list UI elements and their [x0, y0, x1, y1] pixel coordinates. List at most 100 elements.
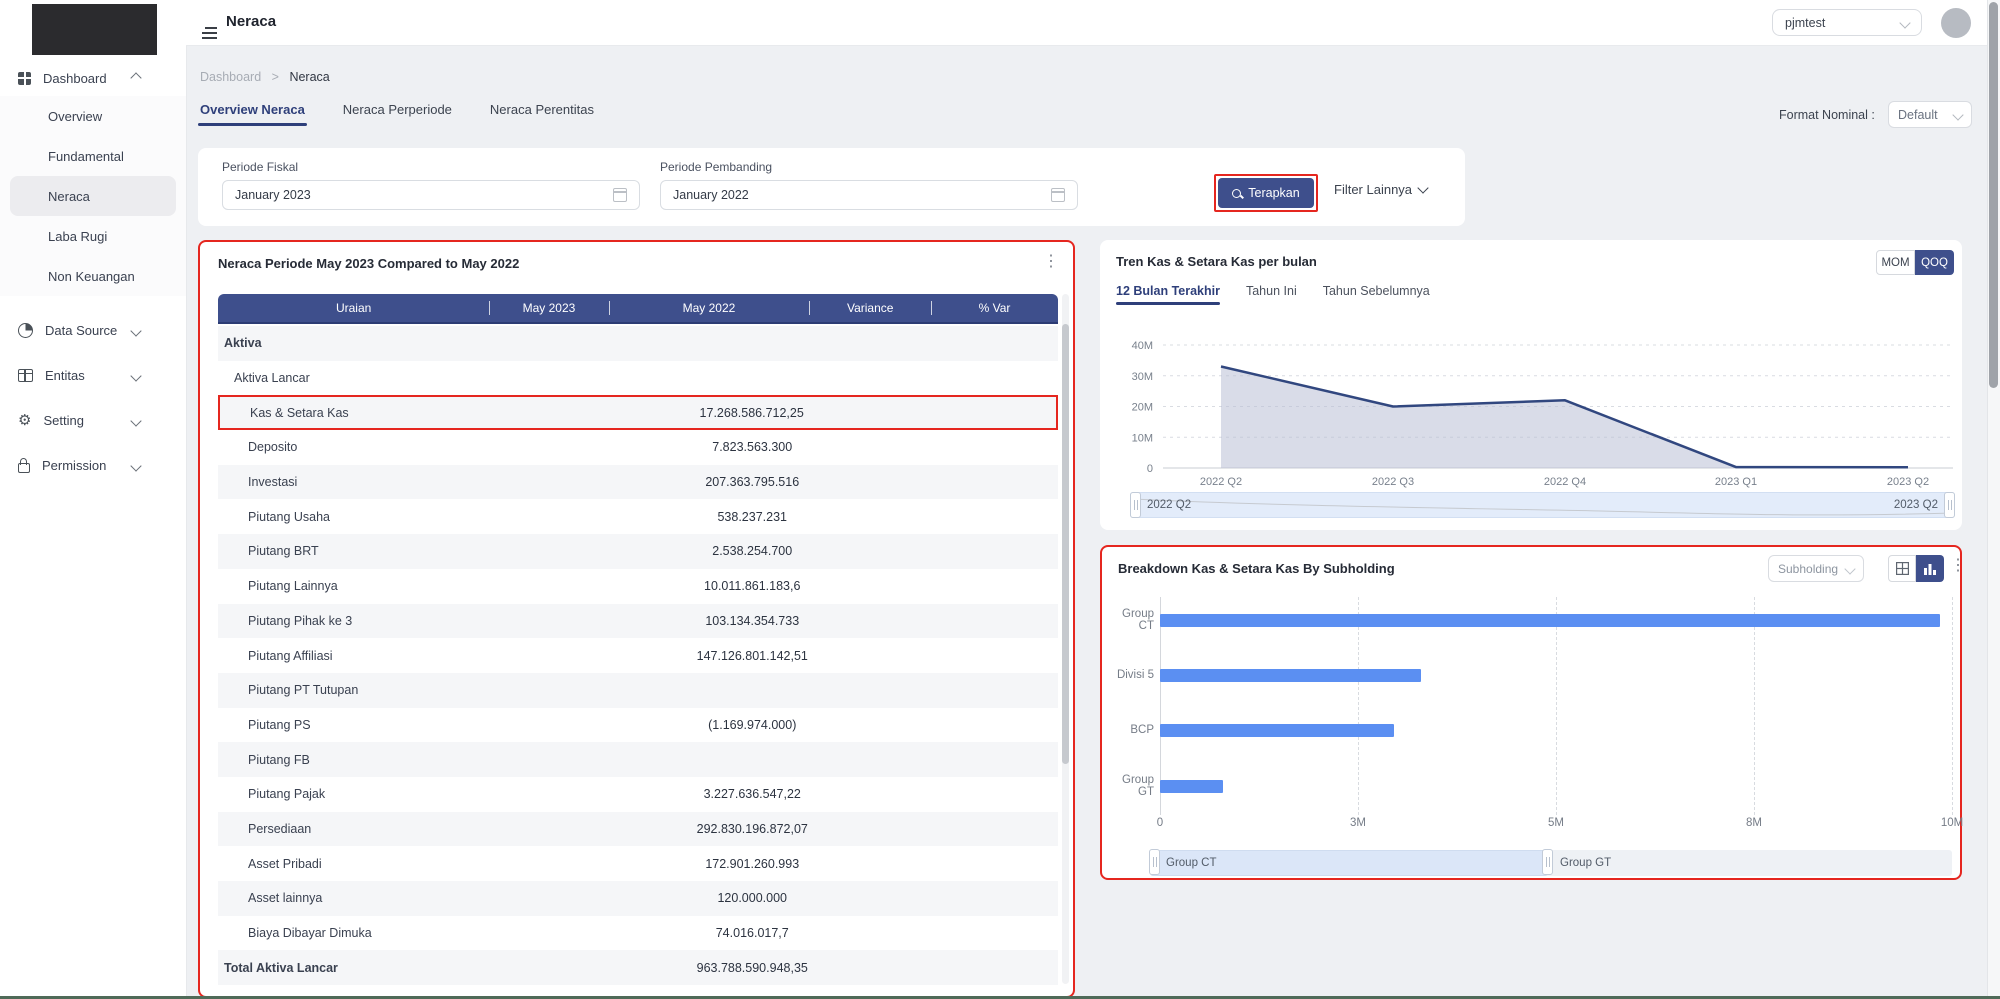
apply-button-highlight: Terapkan	[1214, 174, 1318, 212]
trend-tab-tahun-ini[interactable]: Tahun Ini	[1246, 284, 1297, 305]
table-row-kas-setara-kas[interactable]: Kas & Setara Kas17.268.586.712,25	[218, 395, 1058, 430]
row-label: Piutang Usaha	[248, 510, 330, 524]
slider-handle-mid[interactable]	[1542, 849, 1553, 875]
table-row-piutang-ps[interactable]: Piutang PS(1.169.974.000)	[218, 708, 1058, 743]
slider-preview-curve	[1131, 493, 1954, 517]
table-row-biaya-dibayar-dimuka[interactable]: Biaya Dibayar Dimuka74.016.017,7	[218, 916, 1058, 951]
lock-icon	[18, 463, 30, 473]
row-value: 963.788.590.948,35	[697, 961, 808, 975]
table-row-piutang-usaha[interactable]: Piutang Usaha538.237.231	[218, 499, 1058, 534]
grid-icon	[18, 72, 31, 85]
trend-range-slider[interactable]: 2022 Q2 2023 Q2	[1130, 492, 1955, 518]
sidebar-item-neraca[interactable]: Neraca	[10, 176, 176, 216]
table-row-investasi[interactable]: Investasi207.363.795.516	[218, 465, 1058, 500]
sidebar-item-entitas[interactable]: Entitas	[0, 353, 186, 398]
dimension-select[interactable]: Subholding	[1768, 555, 1864, 582]
neraca-table-card: Neraca Periode May 2023 Compared to May …	[198, 240, 1075, 998]
gridline	[1952, 597, 1953, 815]
y-tick-label: 0	[1147, 463, 1153, 475]
bar-group-gt[interactable]	[1160, 780, 1223, 793]
gear-icon: ⚙	[18, 414, 31, 427]
table-view-button[interactable]	[1888, 555, 1916, 582]
sidebar-item-label: Entitas	[45, 368, 85, 383]
tab-overview-neraca[interactable]: Overview Neraca	[200, 102, 305, 126]
x-tick-label: 2022 Q4	[1544, 476, 1586, 488]
chart-view-button[interactable]	[1916, 555, 1944, 582]
trend-tab-12-bulan-terakhir[interactable]: 12 Bulan Terakhir	[1116, 284, 1220, 305]
periode-pembanding-value: January 2022	[673, 188, 749, 202]
slider-end-label: 2023 Q2	[1894, 499, 1938, 511]
apply-button[interactable]: Terapkan	[1218, 178, 1314, 208]
row-label: Piutang Pajak	[248, 787, 325, 801]
periode-fiskal-value: January 2023	[235, 188, 311, 202]
table-row-persediaan[interactable]: Persediaan292.830.196.872,07	[218, 812, 1058, 847]
table-row-piutang-brt[interactable]: Piutang BRT 2.538.254.700	[218, 534, 1058, 569]
x-tick-label: 5M	[1548, 817, 1564, 829]
tab-neraca-perentitas[interactable]: Neraca Perentitas	[490, 102, 594, 126]
table-row-piutang-lainnya[interactable]: Piutang Lainnya10.011.861.183,6	[218, 569, 1058, 604]
slider-handle-left[interactable]	[1149, 849, 1160, 875]
toggle-qoq[interactable]: QOQ	[1915, 250, 1954, 275]
periode-fiskal-label: Periode Fiskal	[222, 160, 298, 174]
more-filter-button[interactable]: Filter Lainnya	[1334, 182, 1427, 197]
menu-fold-icon[interactable]	[202, 21, 217, 39]
sidebar-item-label: Setting	[43, 413, 83, 428]
table-row-asset-lainnya[interactable]: Asset lainnya120.000.000	[218, 881, 1058, 916]
breadcrumb-item[interactable]: Dashboard	[200, 70, 261, 84]
row-label: Biaya Dibayar Dimuka	[248, 926, 372, 940]
bar-bcp[interactable]	[1160, 724, 1394, 737]
trend-card: Tren Kas & Setara Kas per bulan MOMQOQ 1…	[1100, 240, 1962, 530]
tab-neraca-perperiode[interactable]: Neraca Perperiode	[343, 102, 452, 126]
breakdown-range-slider[interactable]: Group CT Group GT	[1150, 850, 1952, 876]
slider-handle-left[interactable]	[1130, 492, 1141, 518]
bar-divisi-5[interactable]	[1160, 669, 1421, 682]
avatar[interactable]	[1941, 8, 1971, 38]
table-row-piutang-fb[interactable]: Piutang FB	[218, 742, 1058, 777]
table-row-deposito[interactable]: Deposito7.823.563.300	[218, 430, 1058, 465]
table-row-aktiva: Aktiva	[218, 326, 1058, 361]
table-row-piutang-pt-tutupan[interactable]: Piutang PT Tutupan	[218, 673, 1058, 708]
table-row-asset-pribadi[interactable]: Asset Pribadi172.901.260.993	[218, 846, 1058, 881]
table-icon	[18, 369, 33, 382]
y-tick-label: 40M	[1132, 340, 1153, 352]
sidebar-item-setting[interactable]: ⚙ Setting	[0, 398, 186, 443]
trend-tab-tahun-sebelumnya[interactable]: Tahun Sebelumnya	[1323, 284, 1430, 305]
row-label: Total Aktiva Lancar	[224, 961, 338, 975]
app-logo	[32, 4, 157, 55]
row-value: 2.538.254.700	[712, 544, 792, 558]
chevron-down-icon	[130, 370, 141, 381]
sidebar-item-permission[interactable]: Permission	[0, 443, 186, 488]
periode-pembanding-input[interactable]: January 2022	[660, 180, 1078, 210]
slider-handle-right[interactable]	[1944, 492, 1955, 518]
sidebar-section: Data Source Entitas ⚙ Setting Permission	[0, 308, 186, 488]
column-header-may-2023: May 2023	[489, 294, 608, 322]
user-dropdown[interactable]: pjmtest	[1772, 9, 1922, 36]
row-label: Asset Pribadi	[248, 857, 322, 871]
periode-fiskal-input[interactable]: January 2023	[222, 180, 640, 210]
table-row-piutang-pihak-ke-3[interactable]: Piutang Pihak ke 3103.134.354.733	[218, 604, 1058, 639]
y-tick-label: 20M	[1132, 402, 1153, 414]
sidebar-item-label: Non Keuangan	[48, 269, 135, 284]
sidebar-item-label: Permission	[42, 458, 106, 473]
sidebar-item-data-source[interactable]: Data Source	[0, 308, 186, 353]
sidebar-item-fundamental[interactable]: Fundamental	[10, 136, 176, 176]
row-label: Piutang BRT	[248, 544, 319, 558]
sidebar-item-overview[interactable]: Overview	[10, 96, 176, 136]
format-nominal-select[interactable]: Default	[1888, 101, 1972, 128]
slider-end-label: Group GT	[1560, 857, 1611, 869]
toggle-mom[interactable]: MOM	[1876, 250, 1915, 275]
sidebar-item-laba-rugi[interactable]: Laba Rugi	[10, 216, 176, 256]
sidebar-item-non-keuangan[interactable]: Non Keuangan	[10, 256, 176, 296]
bar-group-ct[interactable]	[1160, 614, 1940, 627]
table-row-piutang-pajak[interactable]: Piutang Pajak3.227.636.547,22	[218, 777, 1058, 812]
row-label: Deposito	[248, 440, 297, 454]
table-row-piutang-affiliasi[interactable]: Piutang Affiliasi147.126.801.142,51	[218, 638, 1058, 673]
gridline	[1556, 597, 1557, 815]
kebab-menu-icon[interactable]: ⋮	[1043, 254, 1059, 270]
row-label: Piutang FB	[248, 753, 310, 767]
kebab-menu-icon[interactable]: ⋮	[1950, 558, 1966, 574]
table-scrollbar-thumb[interactable]	[1062, 324, 1069, 764]
sidebar-item-dashboard[interactable]: Dashboard	[0, 62, 204, 94]
row-label: Aktiva Lancar	[234, 371, 310, 385]
page-scrollbar-thumb[interactable]	[1989, 2, 1998, 388]
